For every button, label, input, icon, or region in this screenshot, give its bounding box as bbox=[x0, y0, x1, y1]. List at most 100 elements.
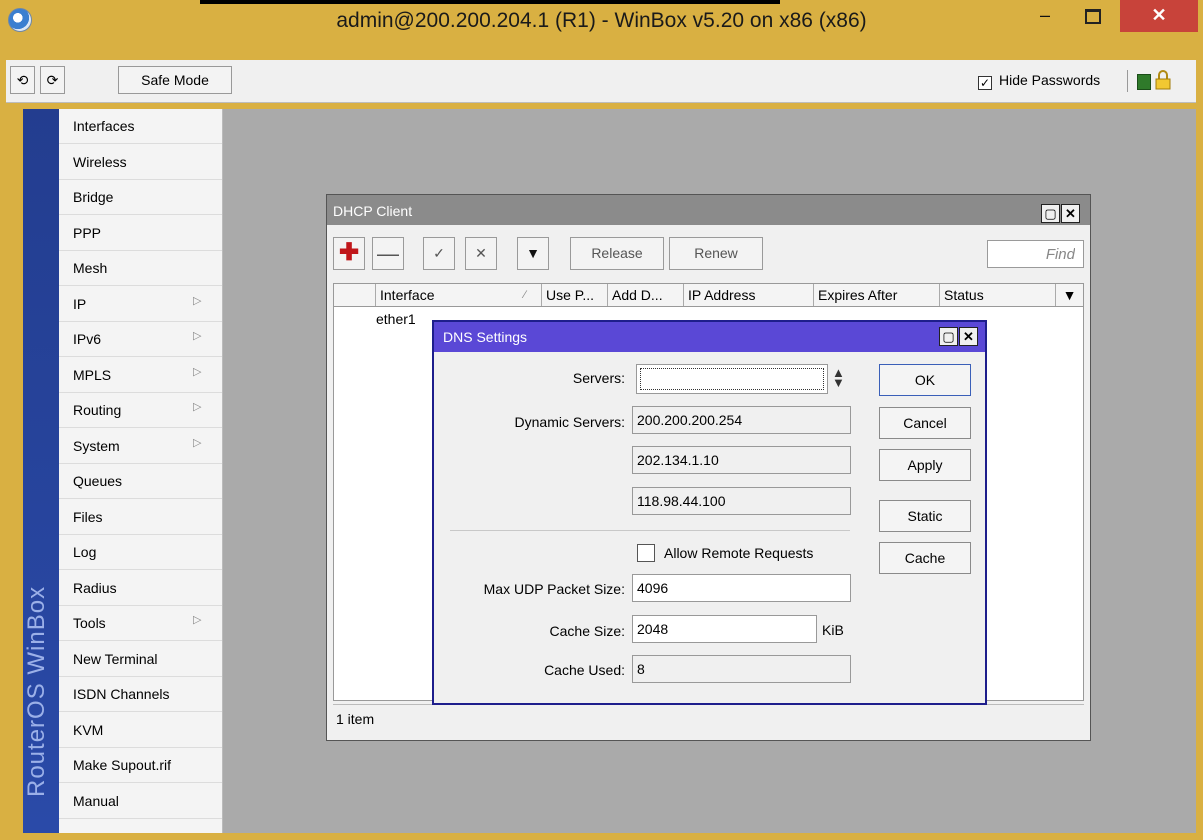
hide-passwords-checkbox[interactable]: ✓ bbox=[978, 76, 992, 90]
sidebar-item-interfaces[interactable]: Interfaces bbox=[59, 109, 222, 144]
cache-size-label: Cache Size: bbox=[549, 623, 625, 639]
sidebar-item-mesh[interactable]: Mesh bbox=[59, 251, 222, 286]
sidebar-item-log[interactable]: Log bbox=[59, 535, 222, 570]
sidebar-item-make-supout-rif[interactable]: Make Supout.rif bbox=[59, 748, 222, 783]
dns-restore-button[interactable]: ▢ bbox=[939, 327, 958, 346]
maximize-icon bbox=[1085, 8, 1101, 24]
filter-button[interactable]: ▼ bbox=[517, 237, 549, 270]
sidebar-item-wireless[interactable]: Wireless bbox=[59, 145, 222, 180]
release-button[interactable]: Release bbox=[570, 237, 664, 270]
max-udp-input[interactable]: 4096 bbox=[632, 574, 851, 602]
dhcp-client-title-bar[interactable] bbox=[327, 195, 1090, 225]
sidebar-item-label: Routing bbox=[73, 402, 122, 418]
sidebar-brand-text: RouterOS WinBox bbox=[23, 585, 50, 797]
dns-divider bbox=[450, 530, 850, 531]
sidebar-item-label: Bridge bbox=[73, 189, 114, 205]
sidebar-item-queues[interactable]: Queues bbox=[59, 464, 222, 499]
sidebar-item-bridge[interactable]: Bridge bbox=[59, 180, 222, 215]
sidebar-item-label: Wireless bbox=[73, 153, 127, 170]
undo-button[interactable]: ⟲ bbox=[10, 66, 35, 94]
sidebar-item-label: Manual bbox=[73, 792, 119, 809]
submenu-arrow-icon: ▷ bbox=[193, 365, 202, 378]
dhcp-table-header: Interface ∕ Use P... Add D... IP Address … bbox=[333, 283, 1084, 307]
apply-button[interactable]: Apply bbox=[879, 449, 971, 481]
column-header-expires-after[interactable]: Expires After bbox=[814, 284, 940, 306]
toolbar-separator bbox=[1127, 70, 1128, 92]
sidebar-menu: Interfaces Wireless Bridge PPP Mesh IP ▷ IPv6 ▷ M… bbox=[59, 109, 223, 833]
remove-button[interactable]: — bbox=[372, 237, 404, 270]
submenu-arrow-icon: ▷ bbox=[193, 436, 202, 449]
dhcp-close-button[interactable]: ✕ bbox=[1061, 204, 1080, 223]
sidebar-item-system[interactable]: System ▷ bbox=[59, 429, 222, 464]
dhcp-restore-button[interactable]: ▢ bbox=[1041, 204, 1060, 223]
servers-input[interactable] bbox=[636, 364, 828, 394]
sidebar-item-files[interactable]: Files bbox=[59, 500, 222, 535]
sidebar-item-label: IP bbox=[73, 295, 87, 312]
sidebar-item-label: KVM bbox=[73, 721, 104, 738]
sidebar-item-routing[interactable]: Routing ▷ bbox=[59, 393, 222, 428]
submenu-arrow-icon: ▷ bbox=[193, 614, 202, 626]
connection-status-icon bbox=[1137, 74, 1151, 90]
sidebar-item-ppp[interactable]: PPP bbox=[59, 216, 222, 251]
table-row-interface[interactable]: ether1 bbox=[376, 311, 416, 327]
column-header-use-peer-dns[interactable]: Use P... bbox=[542, 284, 608, 306]
cancel-button[interactable]: Cancel bbox=[879, 407, 971, 439]
servers-label: Servers: bbox=[572, 370, 625, 386]
dhcp-status-bar bbox=[333, 704, 1084, 735]
close-button[interactable]: ✕ bbox=[1120, 0, 1198, 32]
static-button[interactable]: Static bbox=[879, 500, 971, 532]
submenu-arrow-icon: ▷ bbox=[193, 294, 202, 307]
sidebar-item-label: Queues bbox=[73, 473, 123, 489]
sidebar-item-manual[interactable]: Manual bbox=[59, 784, 222, 819]
dynamic-server-1: 200.200.200.254 bbox=[632, 406, 851, 434]
max-udp-label: Max UDP Packet Size: bbox=[483, 581, 625, 597]
add-button[interactable]: ✚ bbox=[333, 237, 365, 270]
dns-close-button[interactable]: ✕ bbox=[959, 327, 978, 346]
ok-button[interactable]: OK bbox=[879, 364, 971, 396]
enable-button[interactable]: ✓ bbox=[423, 237, 455, 270]
cache-size-unit: KiB bbox=[822, 622, 844, 638]
allow-remote-requests-checkbox[interactable] bbox=[637, 544, 655, 562]
cache-used-value: 8 bbox=[632, 655, 851, 683]
column-chooser-icon[interactable]: ▼ bbox=[1056, 284, 1083, 306]
column-header-ip-address[interactable]: IP Address bbox=[684, 284, 814, 306]
sidebar-item-label: System bbox=[73, 437, 120, 454]
hide-passwords-label[interactable]: Hide Passwords bbox=[999, 72, 1100, 88]
disable-button[interactable]: ✕ bbox=[465, 237, 497, 270]
servers-spinner[interactable]: ▲ ▼ bbox=[832, 366, 845, 389]
minimize-button[interactable]: – bbox=[1022, 0, 1068, 32]
find-field[interactable] bbox=[987, 240, 1084, 268]
column-header-flags[interactable] bbox=[334, 284, 376, 306]
sidebar-item-label: ISDN Channels bbox=[73, 686, 170, 702]
sidebar-item-label: PPP bbox=[73, 224, 102, 241]
sidebar-item-ip[interactable]: IP ▷ bbox=[59, 287, 222, 322]
maximize-button[interactable] bbox=[1070, 0, 1116, 32]
sidebar-item-radius[interactable]: Radius bbox=[59, 571, 222, 606]
sidebar-item-isdn-channels[interactable]: ISDN Channels bbox=[59, 677, 222, 712]
cache-button[interactable]: Cache bbox=[879, 542, 971, 574]
sidebar-item-new-terminal[interactable]: New Terminal bbox=[59, 642, 222, 677]
renew-button[interactable]: Renew bbox=[669, 237, 763, 270]
sidebar-item-label: Make Supout.rif bbox=[73, 757, 172, 773]
sidebar-item-label: IPv6 bbox=[73, 331, 102, 347]
sidebar-brand: RouterOS WinBox bbox=[23, 109, 59, 833]
lock-icon bbox=[1155, 70, 1171, 90]
safe-mode-button[interactable]: Safe Mode bbox=[118, 66, 232, 94]
sidebar-item-label: Radius bbox=[73, 579, 117, 596]
redo-button[interactable]: ⟳ bbox=[40, 66, 65, 94]
column-header-add-default-route[interactable]: Add D... bbox=[608, 284, 684, 306]
cache-used-label: Cache Used: bbox=[544, 662, 625, 678]
submenu-arrow-icon: ▷ bbox=[193, 330, 202, 342]
sidebar-item-label: Interfaces bbox=[73, 118, 135, 134]
sidebar-item-mpls[interactable]: MPLS ▷ bbox=[59, 358, 222, 393]
sidebar-item-kvm[interactable]: KVM bbox=[59, 713, 222, 748]
dynamic-server-3: 118.98.44.100 bbox=[632, 487, 851, 515]
sidebar-item-ipv6[interactable]: IPv6 ▷ bbox=[59, 322, 222, 357]
find-input[interactable] bbox=[988, 241, 1083, 267]
dns-settings-title: DNS Settings bbox=[443, 329, 528, 345]
sidebar-item-tools[interactable]: Tools ▷ bbox=[59, 606, 222, 641]
column-header-status[interactable]: Status bbox=[940, 284, 1056, 306]
cache-size-input[interactable]: 2048 bbox=[632, 615, 817, 643]
allow-remote-requests-label[interactable]: Allow Remote Requests bbox=[664, 545, 813, 561]
column-header-interface[interactable]: Interface ∕ bbox=[376, 284, 542, 306]
